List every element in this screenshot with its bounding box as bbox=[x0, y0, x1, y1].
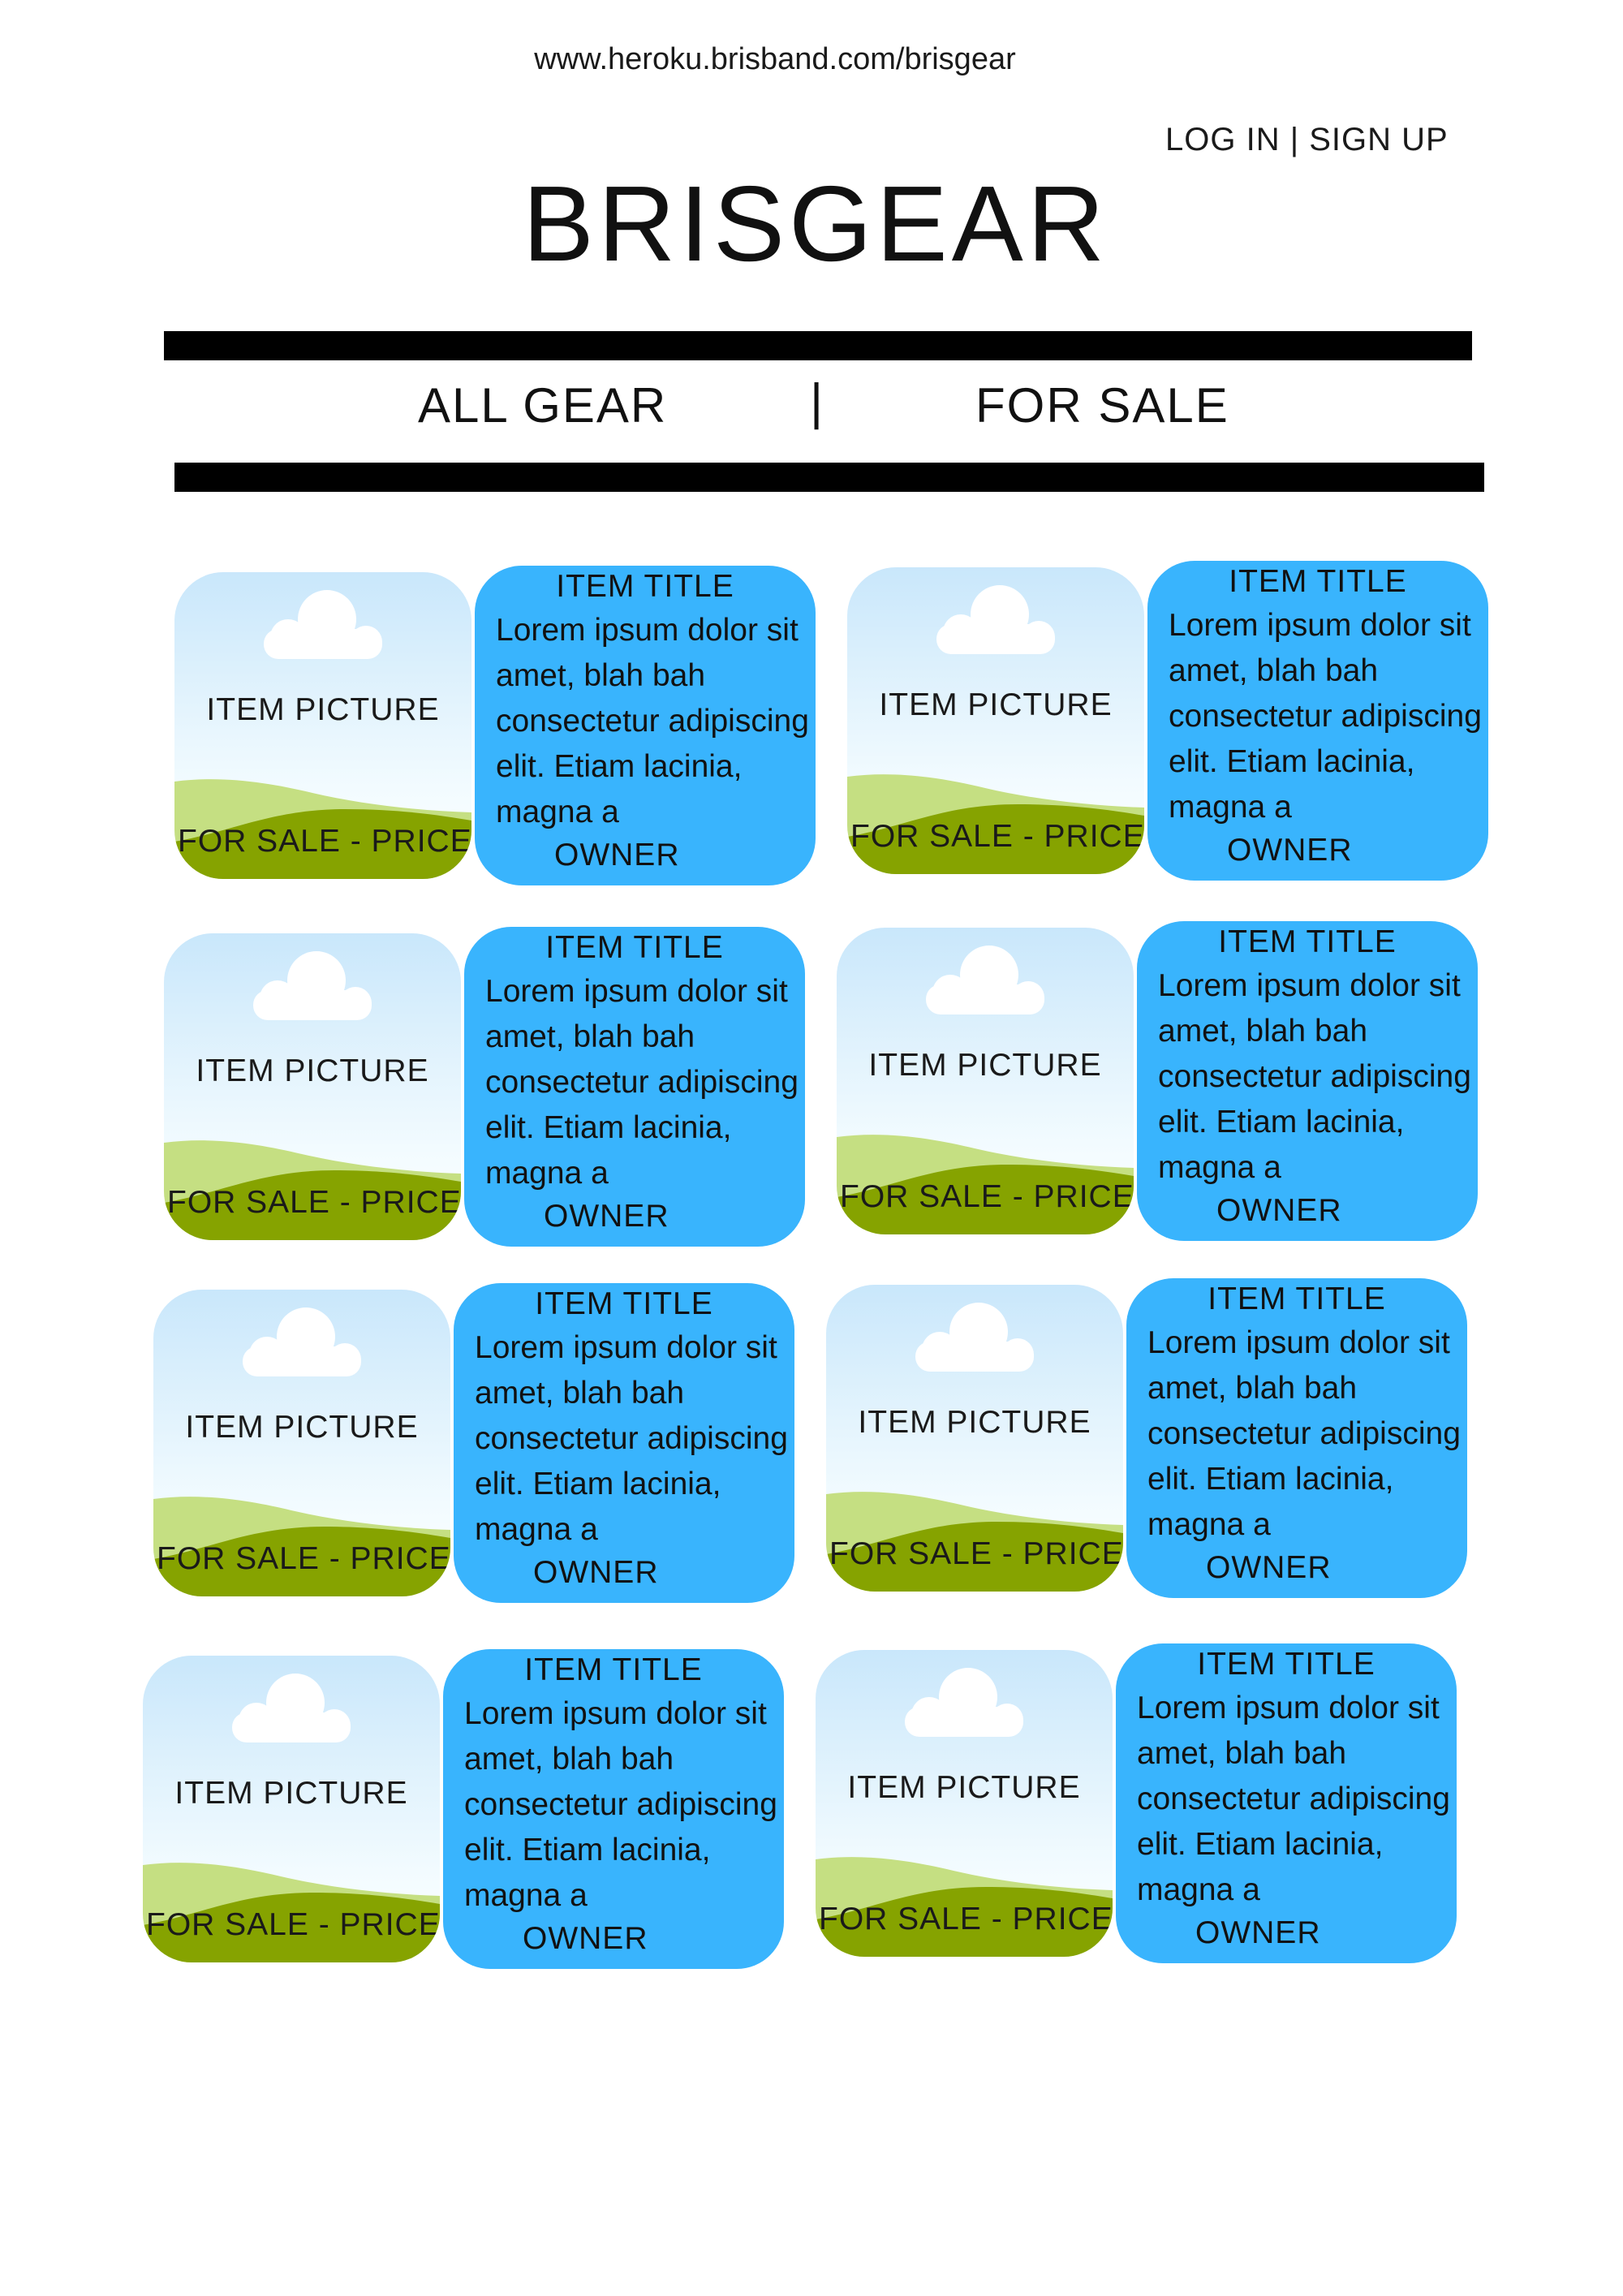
item-picture[interactable]: ITEM PICTURE FOR SALE - PRICE bbox=[174, 572, 471, 879]
item-picture[interactable]: ITEM PICTURE FOR SALE - PRICE bbox=[816, 1650, 1113, 1957]
item-picture[interactable]: ITEM PICTURE FOR SALE - PRICE bbox=[153, 1290, 450, 1596]
item-title: ITEM TITLE bbox=[1218, 924, 1397, 959]
item-picture[interactable]: ITEM PICTURE FOR SALE - PRICE bbox=[837, 928, 1134, 1234]
auth-separator: | bbox=[1280, 122, 1310, 157]
item-info-panel[interactable]: ITEM TITLE Lorem ipsum dolor sit amet, b… bbox=[475, 566, 816, 885]
site-title: BRISGEAR bbox=[522, 164, 1109, 283]
item-info-panel[interactable]: ITEM TITLE Lorem ipsum dolor sit amet, b… bbox=[1126, 1278, 1467, 1598]
item-owner: OWNER bbox=[1195, 1915, 1321, 1950]
item-title: ITEM TITLE bbox=[1208, 1282, 1386, 1316]
item-card[interactable]: ITEM PICTURE FOR SALE - PRICE ITEM TITLE… bbox=[174, 566, 816, 887]
item-title: ITEM TITLE bbox=[1229, 564, 1407, 599]
item-picture[interactable]: ITEM PICTURE FOR SALE - PRICE bbox=[164, 933, 461, 1240]
item-description: Lorem ipsum dolor sit amet, blah bah con… bbox=[485, 974, 799, 1191]
item-info-panel[interactable]: ITEM TITLE Lorem ipsum dolor sit amet, b… bbox=[1116, 1643, 1457, 1963]
item-price: FOR SALE - PRICE bbox=[167, 1185, 461, 1220]
item-info-panel[interactable]: ITEM TITLE Lorem ipsum dolor sit amet, b… bbox=[1137, 921, 1478, 1241]
item-card[interactable]: ITEM PICTURE FOR SALE - PRICE ITEM TITLE… bbox=[816, 1643, 1457, 1965]
cloud-icon bbox=[905, 1668, 1023, 1737]
nav-all-gear[interactable]: ALL GEAR bbox=[418, 377, 667, 433]
cloud-icon bbox=[264, 590, 382, 659]
signup-link[interactable]: SIGN UP bbox=[1309, 122, 1448, 157]
item-price: FOR SALE - PRICE bbox=[819, 1902, 1113, 1936]
item-price: FOR SALE - PRICE bbox=[850, 819, 1144, 854]
url-text: www.heroku.brisband.com/brisgear bbox=[534, 42, 1016, 76]
cloud-icon bbox=[915, 1303, 1034, 1372]
item-card[interactable]: ITEM PICTURE FOR SALE - PRICE ITEM TITLE… bbox=[826, 1278, 1467, 1600]
nav-bottom-divider bbox=[174, 463, 1484, 492]
item-picture-label: ITEM PICTURE bbox=[174, 1776, 408, 1811]
auth-links: LOG IN | SIGN UP bbox=[1165, 122, 1449, 158]
item-description: Lorem ipsum dolor sit amet, blah bah con… bbox=[1147, 1325, 1461, 1542]
nav-top-divider bbox=[164, 331, 1472, 360]
item-price: FOR SALE - PRICE bbox=[178, 824, 471, 859]
item-title: ITEM TITLE bbox=[1197, 1647, 1375, 1682]
item-price: FOR SALE - PRICE bbox=[146, 1907, 440, 1942]
item-owner: OWNER bbox=[523, 1921, 648, 1956]
item-price: FOR SALE - PRICE bbox=[157, 1541, 450, 1576]
nav-for-sale[interactable]: FOR SALE bbox=[975, 377, 1229, 433]
cloud-icon bbox=[926, 946, 1044, 1014]
item-owner: OWNER bbox=[1216, 1193, 1342, 1228]
item-picture-label: ITEM PICTURE bbox=[868, 1048, 1102, 1083]
item-info-panel[interactable]: ITEM TITLE Lorem ipsum dolor sit amet, b… bbox=[1147, 561, 1488, 881]
cloud-icon bbox=[232, 1674, 351, 1742]
cloud-icon bbox=[936, 585, 1055, 654]
item-description: Lorem ipsum dolor sit amet, blah bah con… bbox=[475, 1330, 788, 1547]
item-owner: OWNER bbox=[554, 838, 680, 872]
item-description: Lorem ipsum dolor sit amet, blah bah con… bbox=[496, 613, 809, 829]
item-description: Lorem ipsum dolor sit amet, blah bah con… bbox=[1169, 608, 1482, 825]
item-owner: OWNER bbox=[544, 1199, 669, 1234]
item-card[interactable]: ITEM PICTURE FOR SALE - PRICE ITEM TITLE… bbox=[143, 1649, 784, 1971]
item-picture-label: ITEM PICTURE bbox=[879, 687, 1113, 722]
item-picture[interactable]: ITEM PICTURE FOR SALE - PRICE bbox=[847, 567, 1144, 874]
login-link[interactable]: LOG IN bbox=[1165, 122, 1281, 157]
item-picture-label: ITEM PICTURE bbox=[185, 1410, 419, 1445]
item-price: FOR SALE - PRICE bbox=[840, 1179, 1134, 1214]
item-card[interactable]: ITEM PICTURE FOR SALE - PRICE ITEM TITLE… bbox=[847, 561, 1488, 882]
item-info-panel[interactable]: ITEM TITLE Lorem ipsum dolor sit amet, b… bbox=[464, 927, 805, 1247]
item-info-panel[interactable]: ITEM TITLE Lorem ipsum dolor sit amet, b… bbox=[454, 1283, 794, 1603]
item-picture-label: ITEM PICTURE bbox=[847, 1770, 1081, 1805]
item-owner: OWNER bbox=[1206, 1550, 1332, 1585]
cloud-icon bbox=[253, 951, 372, 1020]
nav-divider: | bbox=[810, 374, 824, 430]
item-picture-label: ITEM PICTURE bbox=[206, 692, 440, 727]
cloud-icon bbox=[243, 1307, 361, 1376]
item-picture-label: ITEM PICTURE bbox=[196, 1053, 429, 1088]
item-picture-label: ITEM PICTURE bbox=[858, 1405, 1091, 1440]
item-picture[interactable]: ITEM PICTURE FOR SALE - PRICE bbox=[143, 1656, 440, 1962]
item-card[interactable]: ITEM PICTURE FOR SALE - PRICE ITEM TITLE… bbox=[164, 927, 805, 1248]
item-description: Lorem ipsum dolor sit amet, blah bah con… bbox=[464, 1696, 777, 1913]
item-owner: OWNER bbox=[533, 1555, 659, 1590]
item-info-panel[interactable]: ITEM TITLE Lorem ipsum dolor sit amet, b… bbox=[443, 1649, 784, 1969]
item-description: Lorem ipsum dolor sit amet, blah bah con… bbox=[1158, 968, 1471, 1185]
item-card[interactable]: ITEM PICTURE FOR SALE - PRICE ITEM TITLE… bbox=[153, 1283, 794, 1605]
item-price: FOR SALE - PRICE bbox=[829, 1536, 1123, 1571]
item-title: ITEM TITLE bbox=[524, 1652, 703, 1687]
item-card[interactable]: ITEM PICTURE FOR SALE - PRICE ITEM TITLE… bbox=[837, 921, 1478, 1243]
item-title: ITEM TITLE bbox=[545, 930, 724, 965]
item-owner: OWNER bbox=[1227, 833, 1353, 868]
item-title: ITEM TITLE bbox=[535, 1286, 713, 1321]
item-picture[interactable]: ITEM PICTURE FOR SALE - PRICE bbox=[826, 1285, 1123, 1592]
item-description: Lorem ipsum dolor sit amet, blah bah con… bbox=[1137, 1691, 1450, 1907]
item-title: ITEM TITLE bbox=[556, 569, 734, 604]
